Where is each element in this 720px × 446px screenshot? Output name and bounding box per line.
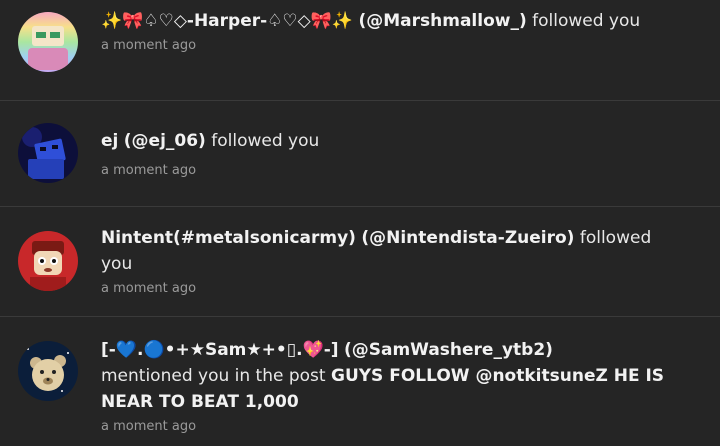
user-avatar-rainbow-icon [18,12,78,72]
user-avatar-teddy-bear-icon [18,341,78,401]
user-handle[interactable]: (@ej_06) [124,131,206,151]
timestamp: a moment ago [101,419,197,434]
user-handle[interactable]: (@Nintendista-Zueiro) [361,228,574,248]
notification-action: followed you [211,131,320,151]
notification-item[interactable]: [-💙.🔵•+★Sam★+•▯.💖-] (@SamWashere_ytb2) m… [0,317,720,446]
user-avatar[interactable] [18,341,78,401]
user-display-name[interactable]: Nintent(#metalsonicarmy) [101,228,356,248]
user-avatar-blue-block-icon [18,123,78,183]
user-handle[interactable]: (@SamWashere_ytb2) [344,340,553,360]
user-avatar-red-character-icon [18,231,78,291]
timestamp: a moment ago [101,38,197,53]
timestamp: a moment ago [101,281,197,296]
user-avatar[interactable] [18,12,78,72]
notification-item[interactable]: Nintent(#metalsonicarmy) (@Nintendista-Z… [0,207,720,317]
user-avatar[interactable] [18,231,78,291]
timestamp: a moment ago [101,163,197,178]
notification-action: followed you [532,11,641,31]
user-display-name[interactable]: ✨🎀♤♡◇-Harper-♤♡◇🎀✨ [101,11,353,31]
notification-feed: ✨🎀♤♡◇-Harper-♤♡◇🎀✨ (@Marshmallow_) follo… [0,0,720,446]
user-display-name[interactable]: [-💙.🔵•+★Sam★+•▯.💖-] [101,340,339,360]
notification-item[interactable]: ej (@ej_06) followed you a moment ago [0,101,720,207]
user-handle[interactable]: (@Marshmallow_) [358,11,526,31]
notification-action: mentioned you in the post [101,366,326,386]
user-avatar[interactable] [18,123,78,183]
user-display-name[interactable]: ej [101,131,118,151]
notification-item[interactable]: ✨🎀♤♡◇-Harper-♤♡◇🎀✨ (@Marshmallow_) follo… [0,0,720,101]
